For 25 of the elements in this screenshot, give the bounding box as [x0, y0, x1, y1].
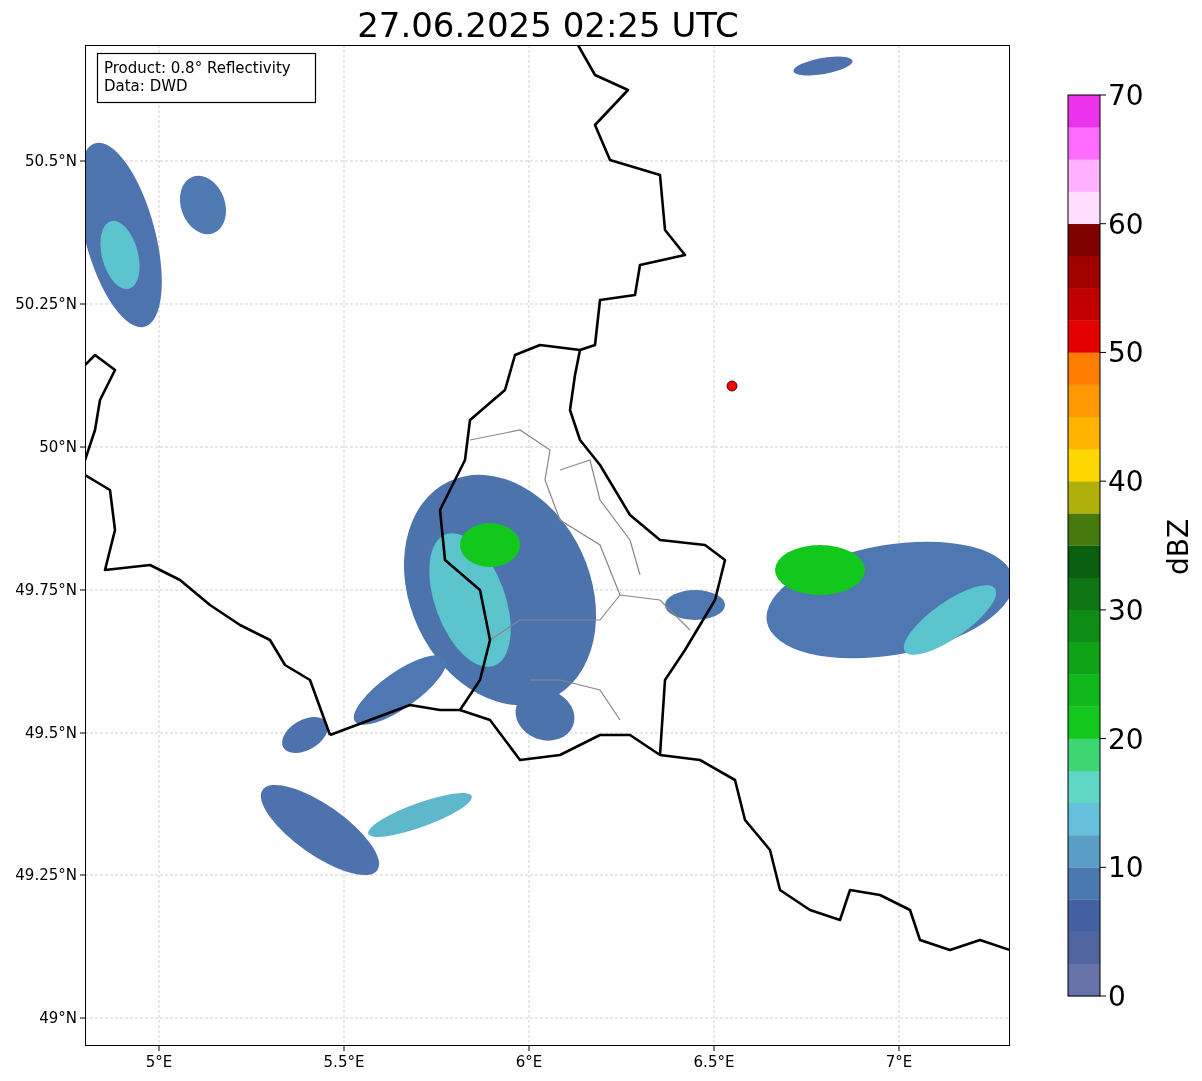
- colorbar-tick-label: 50: [1108, 336, 1144, 370]
- axis-tick-label: 50.25°N: [15, 295, 77, 313]
- colorbar-tick-label: 10: [1108, 851, 1144, 885]
- colorbar-label: dBZ: [1162, 518, 1195, 576]
- info-text: Product: 0.8° Reflectivity: [104, 59, 291, 77]
- marker-dot: [726, 380, 738, 392]
- colorbar-tick-label: 70: [1108, 79, 1144, 112]
- info-text: Data: DWD: [104, 77, 188, 95]
- axis-tick-label: 50°N: [39, 438, 77, 456]
- axis-tick-label: 49.75°N: [15, 581, 77, 599]
- chart-title: 27.06.2025 02:25 UTC: [357, 5, 739, 45]
- axis-tick-label: 5.5°E: [323, 1053, 365, 1071]
- colorbar-tick-label: 60: [1108, 207, 1144, 241]
- colorbar-tick-label: 30: [1108, 593, 1144, 627]
- axis-tick-label: 6.5°E: [693, 1053, 735, 1071]
- axis-tick-label: 49.25°N: [15, 866, 77, 884]
- axis-tick-label: 5°E: [145, 1053, 173, 1071]
- colorbar-tick-label: 0: [1108, 980, 1126, 1013]
- axis-tick-label: 49°N: [39, 1009, 77, 1027]
- colorbar-tick-label: 40: [1108, 465, 1144, 499]
- axis-tick-label: 6°E: [515, 1053, 543, 1071]
- axis-tick-label: 7°E: [885, 1053, 913, 1071]
- colorbar-tick-label: 20: [1108, 722, 1144, 756]
- axis-tick-label: 50.5°N: [24, 152, 77, 170]
- axis-tick-label: 49.5°N: [24, 724, 77, 742]
